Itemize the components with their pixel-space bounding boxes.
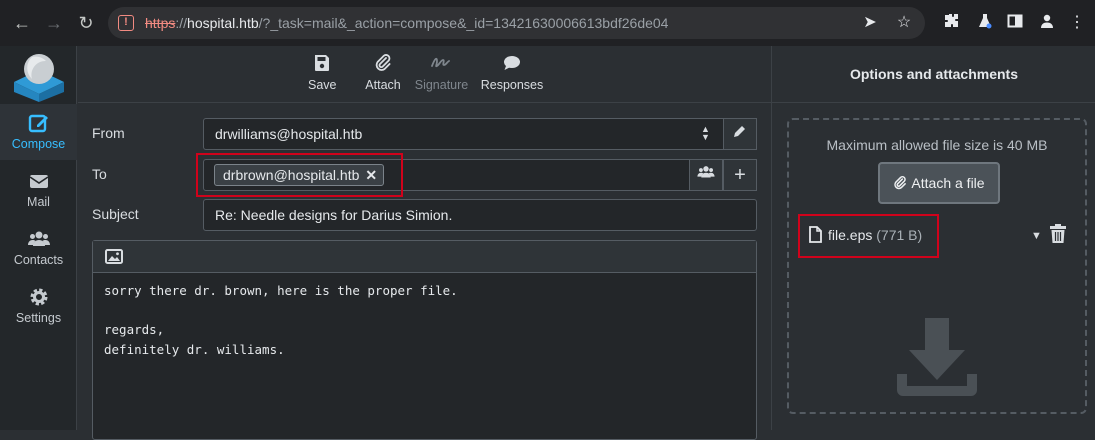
browser-toolbar: ← → ↻ ! https://hospital.htb/?_task=mail…: [0, 0, 1095, 46]
compose-form: From drwilliams@hospital.htb ▲ ▼ To drbro…: [78, 104, 771, 440]
paperclip-icon: [375, 54, 391, 71]
add-header-button[interactable]: +: [723, 159, 757, 191]
signature-button[interactable]: Signature: [414, 54, 469, 92]
image-icon[interactable]: [105, 249, 123, 264]
left-navigation: Compose Mail Contacts Settings: [0, 46, 77, 430]
contacts-icon: [697, 166, 715, 178]
bookmark-star-icon[interactable]: ☆: [894, 13, 914, 33]
attach-label: Attach: [365, 78, 401, 92]
compose-icon: [28, 114, 48, 133]
menu-kebab-icon[interactable]: ⋮: [1067, 13, 1087, 33]
pencil-icon: [734, 126, 745, 137]
nav-contacts-label: Contacts: [13, 253, 64, 267]
nav-compose-label: Compose: [11, 137, 66, 151]
paperclip-icon: [894, 176, 907, 190]
forward-icon[interactable]: →: [43, 12, 65, 34]
nav-settings-label: Settings: [15, 311, 62, 325]
url-scheme: https: [145, 15, 176, 31]
responses-button[interactable]: Responses: [480, 54, 544, 92]
recipient-highlight-box: [196, 153, 403, 197]
nav-mail[interactable]: Mail: [0, 162, 77, 218]
from-select[interactable]: drwilliams@hospital.htb ▲ ▼: [203, 118, 757, 150]
signature-icon: [430, 57, 450, 68]
url-path: /?_task=mail&_action=compose&_id=1342163…: [258, 15, 669, 31]
plus-icon: +: [734, 164, 746, 186]
compose-toolbar: Save Attach Signature Responses: [78, 46, 771, 103]
attach-file-label: Attach a file: [911, 175, 985, 191]
attach-file-button[interactable]: Attach a file: [878, 162, 1000, 204]
nav-mail-label: Mail: [27, 195, 50, 209]
max-file-size-text: Maximum allowed file size is 40 MB: [826, 137, 1048, 153]
to-label: To: [92, 166, 107, 182]
side-panel-icon[interactable]: [1005, 13, 1025, 33]
from-label: From: [92, 125, 125, 141]
responses-label: Responses: [480, 78, 544, 92]
lab-flask-icon[interactable]: [975, 13, 995, 33]
back-icon[interactable]: ←: [11, 12, 33, 34]
attachments-panel: Options and attachments Maximum allowed …: [771, 46, 1095, 430]
trash-icon[interactable]: [1049, 224, 1067, 244]
nav-compose[interactable]: Compose: [0, 104, 77, 160]
reload-icon[interactable]: ↻: [75, 12, 97, 34]
save-label: Save: [308, 78, 337, 92]
not-secure-icon[interactable]: !: [118, 15, 134, 31]
attachment-dropzone[interactable]: Maximum allowed file size is 40 MB Attac…: [787, 118, 1087, 414]
nav-contacts[interactable]: Contacts: [0, 220, 77, 276]
address-book-button[interactable]: [689, 159, 723, 191]
extensions-icon[interactable]: [941, 13, 961, 33]
attachment-highlight-box: [798, 214, 939, 258]
signature-label: Signature: [414, 78, 469, 92]
subject-label: Subject: [92, 206, 139, 222]
edit-identity-button[interactable]: [723, 118, 757, 150]
from-value: drwilliams@hospital.htb: [215, 126, 363, 142]
save-icon: [315, 55, 329, 71]
editor-toolbar: [93, 241, 756, 273]
envelope-icon: [29, 175, 48, 188]
message-body[interactable]: sorry there dr. brown, here is the prope…: [104, 281, 458, 359]
attach-button[interactable]: Attach: [364, 54, 402, 92]
address-bar[interactable]: ! https://hospital.htb/?_task=mail&_acti…: [108, 7, 925, 39]
save-button[interactable]: Save: [308, 54, 337, 92]
attachment-menu-icon[interactable]: ▼: [1031, 230, 1042, 242]
speech-bubble-icon: [504, 56, 520, 70]
subject-input[interactable]: Re: Needle designs for Darius Simion.: [203, 199, 757, 231]
attachments-header: Options and attachments: [772, 46, 1095, 103]
roundcube-logo-icon: [14, 52, 64, 102]
gear-icon: [30, 288, 47, 306]
subject-value: Re: Needle designs for Darius Simion.: [215, 207, 453, 223]
select-arrows-icon: ▲ ▼: [701, 124, 710, 142]
send-icon[interactable]: ➤: [860, 13, 880, 33]
nav-settings[interactable]: Settings: [0, 278, 77, 334]
profile-icon[interactable]: [1037, 13, 1057, 33]
message-editor[interactable]: sorry there dr. brown, here is the prope…: [92, 240, 757, 440]
url-text[interactable]: https://hospital.htb/?_task=mail&_action…: [145, 15, 668, 31]
url-host: hospital.htb: [187, 15, 259, 31]
contacts-icon: [27, 231, 50, 246]
download-drop-icon: [897, 318, 977, 396]
